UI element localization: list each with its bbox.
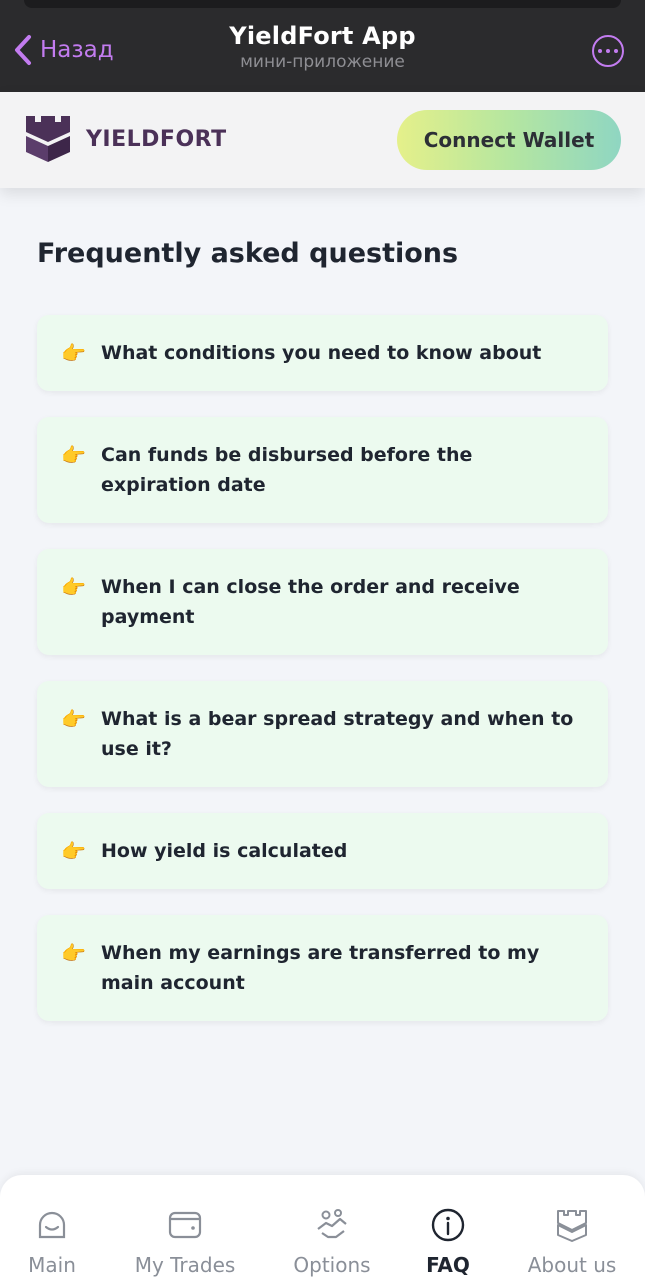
more-options-button[interactable]: [592, 35, 624, 67]
pointing-hand-icon: 👉: [61, 443, 86, 467]
miniapp-title-block: YieldFort App мини-приложение: [150, 22, 495, 72]
info-icon: [428, 1205, 468, 1245]
nav-label: Options: [293, 1253, 371, 1277]
nav-item-about-us[interactable]: About us: [522, 1175, 622, 1280]
faq-question: What is a bear spread strategy and when …: [101, 708, 574, 760]
telegram-top-bar: Назад YieldFort App мини-приложение: [0, 0, 645, 92]
logo-text: YIELDFORT: [86, 126, 227, 152]
faq-item[interactable]: 👉 When my earnings are transferred to my…: [37, 915, 608, 1021]
faq-item[interactable]: 👉 Can funds be disbursed before the expi…: [37, 417, 608, 523]
faq-item[interactable]: 👉 What is a bear spread strategy and whe…: [37, 681, 608, 787]
pointing-hand-icon: 👉: [61, 707, 86, 731]
back-button[interactable]: Назад: [12, 32, 114, 68]
nav-label: My Trades: [134, 1253, 236, 1277]
fortress-logo-icon: [26, 116, 70, 162]
app-header: YIELDFORT Connect Wallet: [0, 92, 645, 188]
faq-item[interactable]: 👉 What conditions you need to know about: [37, 315, 608, 391]
nav-item-main[interactable]: Main: [12, 1175, 92, 1280]
faq-item[interactable]: 👉 When I can close the order and receive…: [37, 549, 608, 655]
faq-question: Can funds be disbursed before the expira…: [101, 444, 473, 496]
page-title: Frequently asked questions: [37, 238, 459, 269]
miniapp-title: YieldFort App: [229, 22, 416, 50]
more-dot-icon: [598, 49, 602, 53]
more-dot-icon: [614, 49, 618, 53]
faq-question: How yield is calculated: [101, 840, 348, 862]
connect-wallet-button[interactable]: Connect Wallet: [397, 110, 621, 170]
pointing-hand-icon: 👉: [61, 341, 86, 365]
pointing-hand-icon: 👉: [61, 839, 86, 863]
yieldfort-logo[interactable]: YIELDFORT: [24, 114, 227, 164]
handshake-icon: [312, 1205, 352, 1245]
back-label: Назад: [40, 37, 114, 63]
wallet-icon: [165, 1205, 205, 1245]
smile-icon: [32, 1205, 72, 1245]
nav-item-options[interactable]: Options: [282, 1175, 382, 1280]
bottom-navigation: Main My Trades Options FAQ About us: [0, 1175, 645, 1280]
faq-question: What conditions you need to know about: [101, 342, 542, 364]
chevron-left-icon: [15, 35, 31, 65]
nav-item-faq[interactable]: FAQ: [413, 1175, 483, 1280]
faq-item[interactable]: 👉 How yield is calculated: [37, 813, 608, 889]
nav-label: About us: [527, 1253, 617, 1277]
more-dot-icon: [606, 49, 610, 53]
faq-question: When I can close the order and receive p…: [101, 576, 520, 628]
nav-item-my-trades[interactable]: My Trades: [125, 1175, 245, 1280]
faq-list: 👉 What conditions you need to know about…: [37, 315, 608, 1047]
castle-icon: [552, 1205, 592, 1245]
pointing-hand-icon: 👉: [61, 575, 86, 599]
pointing-hand-icon: 👉: [61, 941, 86, 965]
miniapp-subtitle: мини-приложение: [240, 52, 405, 72]
nav-label: Main: [28, 1253, 76, 1277]
nav-label: FAQ: [426, 1253, 470, 1277]
faq-question: When my earnings are transferred to my m…: [101, 942, 540, 994]
